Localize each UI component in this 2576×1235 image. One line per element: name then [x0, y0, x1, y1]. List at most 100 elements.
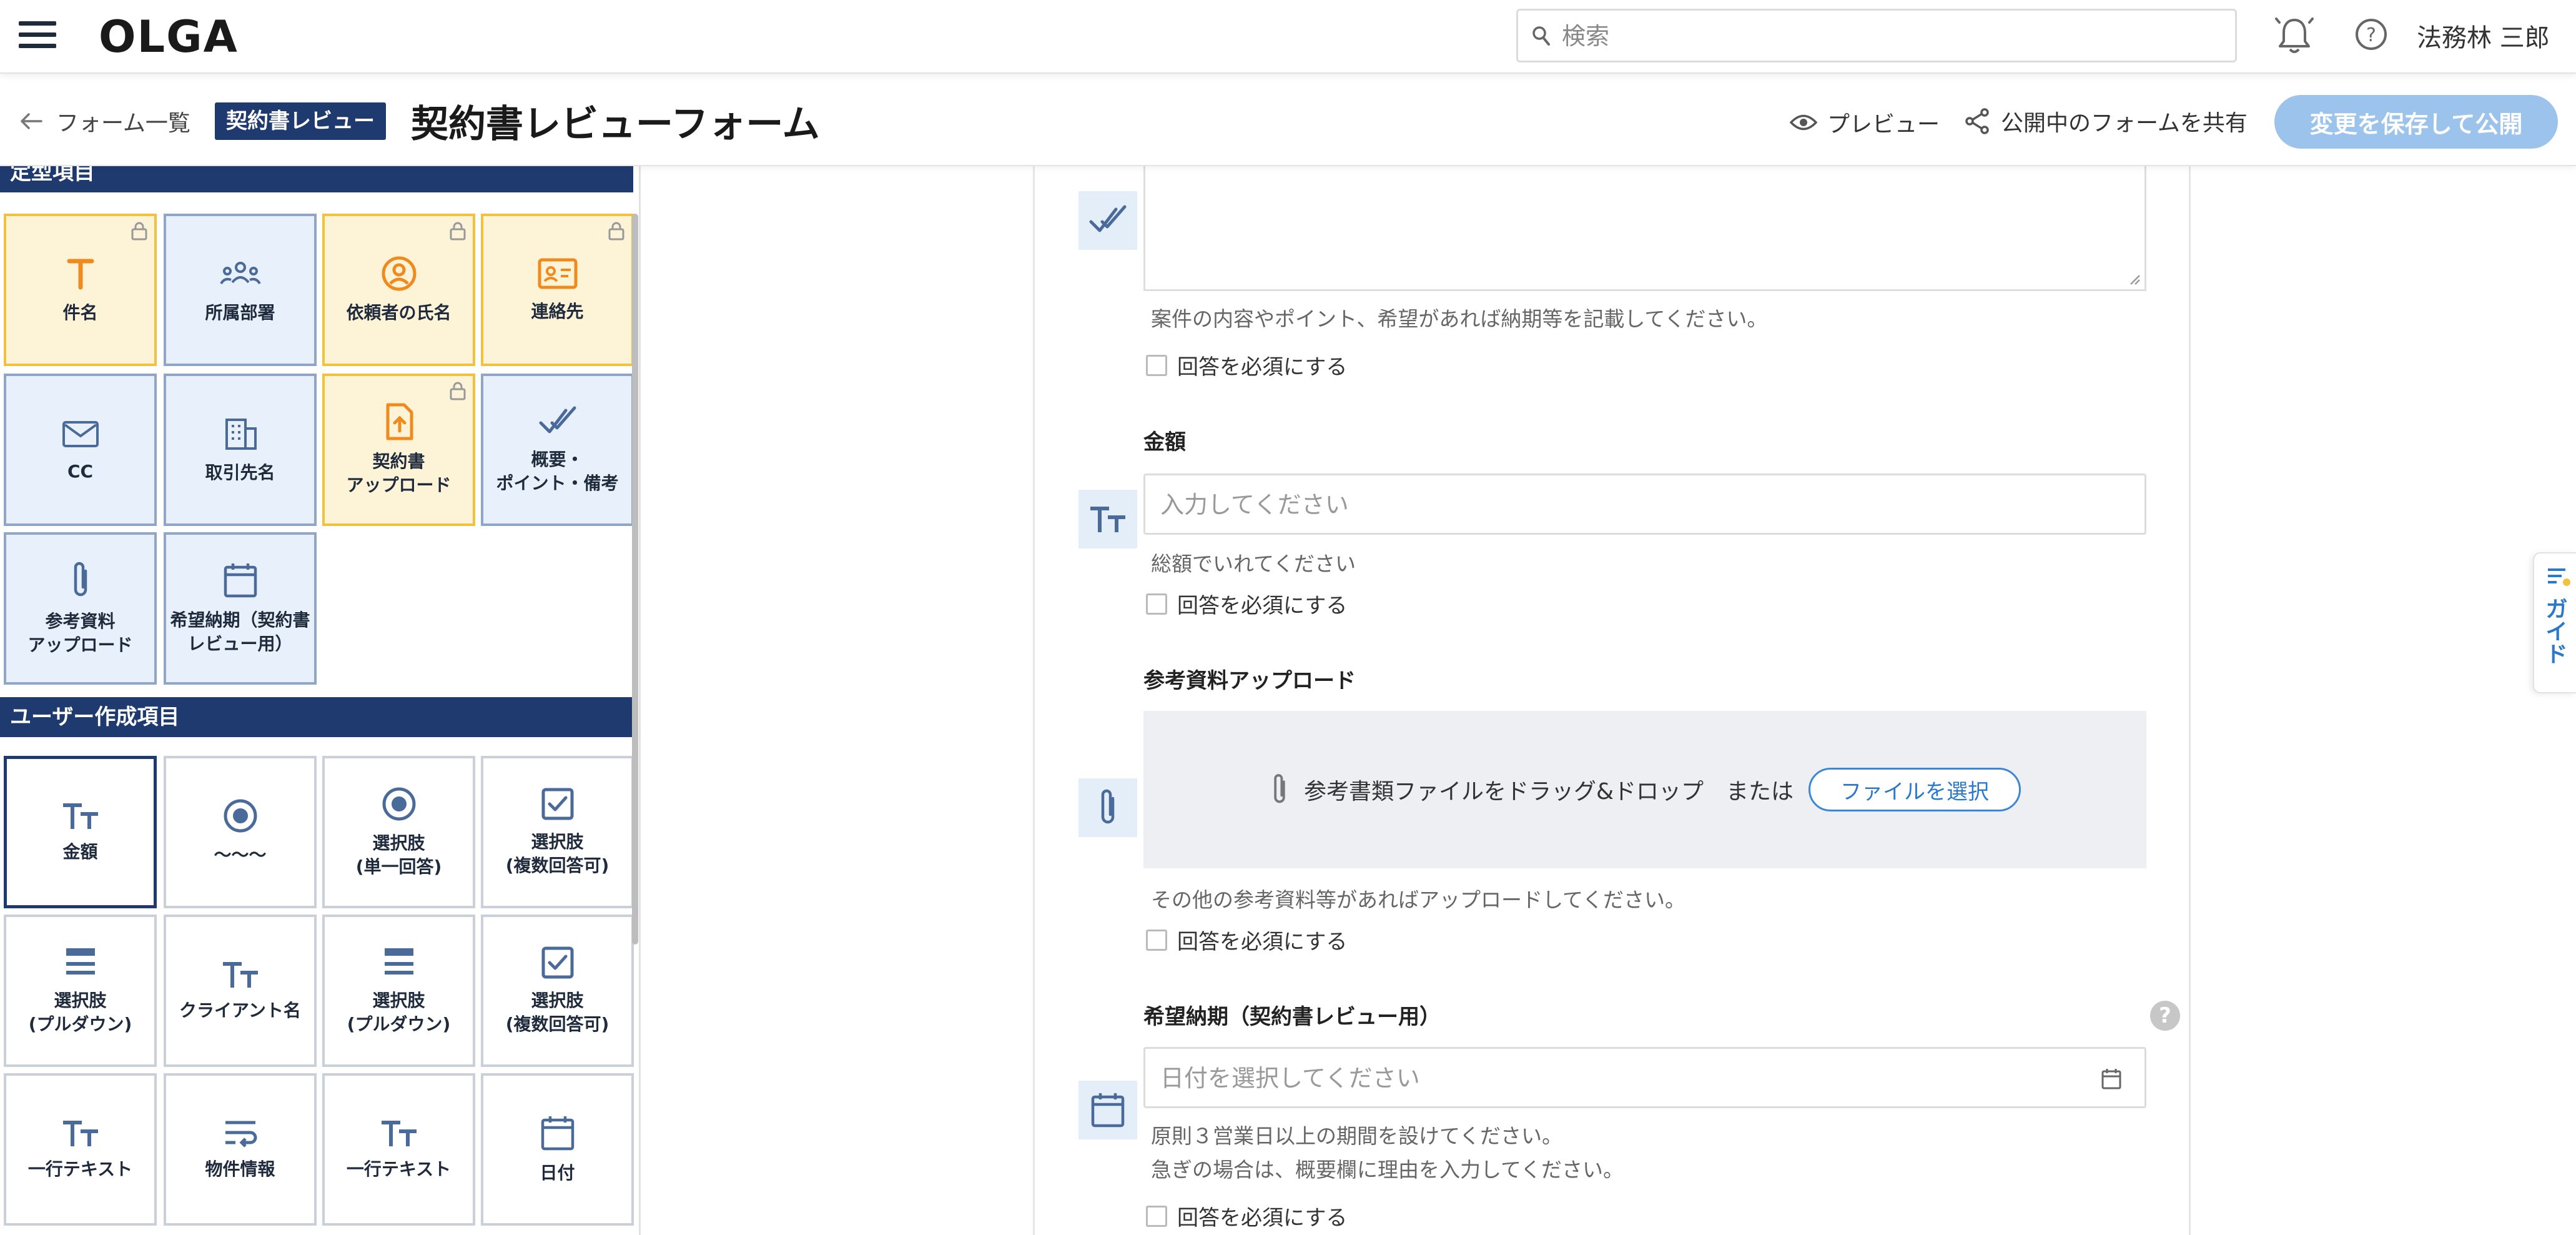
palette-item-single-choice[interactable]: 選択肢 (単一回答)	[322, 756, 475, 908]
palette-item-label: 一行テキスト	[346, 1159, 452, 1179]
palette-item-label: 選択肢 (複数回答可)	[505, 990, 609, 1034]
palette-item-subject[interactable]: 件名	[4, 214, 157, 366]
summary-help-text: 案件の内容やポイント、希望があれば納期等を記載してください。	[1151, 307, 1768, 331]
text-size-icon	[61, 1118, 101, 1149]
user-items-header: ユーザー作成項目	[0, 697, 633, 737]
required-label: 回答を必須にする	[1177, 1206, 1348, 1231]
palette-item-single-line-text-2[interactable]: 一行テキスト	[322, 1073, 475, 1226]
palette-item-requester-name[interactable]: 依頼者の氏名	[322, 214, 475, 366]
back-label: フォーム一覧	[56, 111, 190, 136]
page-title: 契約書レビューフォーム	[411, 102, 820, 146]
menu-icon[interactable]	[19, 21, 56, 51]
share-form-button[interactable]: 公開中のフォームを共有	[1965, 105, 2248, 137]
search-input[interactable]	[1562, 16, 2224, 57]
calendar-icon	[1078, 1081, 1137, 1139]
palette-item-single-line-text[interactable]: 一行テキスト	[4, 1073, 157, 1226]
palette-item-custom-radio[interactable]: 〜〜〜	[164, 756, 317, 908]
guide-label: ガイド	[2542, 597, 2567, 665]
palette-item-reference-upload[interactable]: 参考資料 アップロード	[4, 532, 157, 685]
calendar-icon	[539, 1114, 576, 1153]
amount-help-text: 総額でいれてください	[1151, 552, 1356, 576]
user-name[interactable]: 法務林 三郎	[2417, 17, 2550, 54]
form-header: フォーム一覧 契約書レビュー 契約書レビューフォーム プレビュー 公開中のフォー…	[0, 75, 2576, 166]
palette-item-multi-choice-2[interactable]: 選択肢 (複数回答可)	[481, 915, 634, 1067]
calendar-picker-icon[interactable]	[2101, 1068, 2122, 1090]
person-circle-icon	[380, 255, 418, 292]
due-date-required-checkbox[interactable]: 回答を必須にする	[1146, 1201, 1347, 1231]
due-date-input[interactable]	[1160, 1059, 2097, 1098]
help-badge-icon[interactable]: ?	[2150, 1001, 2180, 1031]
due-date-title: 希望納期（契約書レビュー用）	[1143, 1004, 1441, 1029]
top-bar: OLGA ? 法務林 三郎	[0, 0, 2576, 74]
bell-icon[interactable]	[2274, 15, 2314, 56]
resize-grip-icon[interactable]	[2127, 272, 2141, 285]
form-canvas: 案件の内容やポイント、希望があれば納期等を記載してください。 回答を必須にする …	[1033, 166, 2191, 1235]
due-date-help-line-2: 急ぎの場合は、概要欄に理由を入力してください。	[1151, 1158, 1624, 1182]
palette-item-dropdown-2[interactable]: 選択肢 (プルダウン)	[322, 915, 475, 1067]
palette-item-label: 契約書 アップロード	[346, 451, 452, 495]
search-icon	[1532, 26, 1551, 47]
preview-button[interactable]: プレビュー	[1790, 106, 1940, 139]
text-size-icon	[379, 1118, 419, 1149]
text-size-icon	[61, 800, 101, 831]
palette-item-date[interactable]: 日付	[481, 1073, 634, 1226]
palette-item-summary[interactable]: 概要・ ポイント・備考	[481, 374, 634, 526]
due-date-input-box[interactable]	[1143, 1047, 2146, 1108]
checkbox-icon	[540, 786, 575, 821]
palette-item-label: CC	[67, 461, 94, 482]
file-upload-icon	[382, 402, 417, 441]
amount-input-box[interactable]	[1143, 474, 2146, 535]
checkbox[interactable]	[1146, 929, 1167, 951]
radio-icon	[380, 785, 418, 823]
checkbox[interactable]	[1146, 354, 1167, 376]
palette-item-label: 選択肢 (複数回答可)	[505, 831, 609, 876]
checkbox[interactable]	[1146, 593, 1167, 615]
reference-help-text: その他の参考資料等があればアップロードしてください。	[1151, 888, 1686, 912]
team-icon	[219, 255, 262, 292]
amount-input[interactable]	[1160, 485, 2097, 524]
palette-item-property-info[interactable]: 物件情報	[164, 1073, 317, 1226]
palette-item-label: 一行テキスト	[27, 1159, 133, 1179]
palette-item-department[interactable]: 所属部署	[164, 214, 317, 366]
palette-item-label: 概要・ ポイント・備考	[496, 449, 619, 494]
search-box[interactable]	[1516, 9, 2237, 62]
lock-icon	[449, 381, 466, 401]
palette-item-label: 希望納期（契約書 レビュー用）	[170, 610, 310, 654]
save-and-publish-button[interactable]: 変更を保存して公開	[2274, 95, 2558, 149]
palette-item-contact[interactable]: 連絡先	[481, 214, 634, 366]
required-label: 回答を必須にする	[1177, 593, 1348, 618]
summary-required-checkbox[interactable]: 回答を必須にする	[1146, 350, 1347, 380]
lock-icon	[131, 221, 148, 241]
palette-item-label: 日付	[540, 1163, 575, 1183]
app-logo[interactable]: OLGA	[99, 11, 239, 62]
palette-item-dropdown[interactable]: 選択肢 (プルダウン)	[4, 915, 157, 1067]
guide-list-icon	[2547, 566, 2572, 588]
palette-scrollbar[interactable]	[632, 214, 638, 945]
lock-icon	[449, 221, 466, 241]
summary-textarea[interactable]	[1143, 166, 2146, 291]
building-icon	[222, 415, 259, 452]
back-to-form-list[interactable]: フォーム一覧	[19, 105, 190, 137]
checkbox[interactable]	[1146, 1205, 1167, 1227]
palette-item-label: 選択肢 (単一回答)	[355, 833, 442, 877]
standard-items-header: 定型項目	[0, 166, 633, 192]
palette-item-client-name-text[interactable]: クライアント名	[164, 915, 317, 1067]
palette-item-cc[interactable]: CC	[4, 374, 157, 526]
palette-item-multi-choice[interactable]: 選択肢 (複数回答可)	[481, 756, 634, 908]
due-date-help-line-1: 原則３営業日以上の期間を設けてください。	[1151, 1124, 1563, 1148]
choose-file-button[interactable]: ファイルを選択	[1809, 768, 2021, 811]
palette-item-label: 金額	[62, 841, 98, 862]
preview-label: プレビュー	[1827, 112, 1940, 137]
guide-tab[interactable]: ガイド	[2533, 552, 2576, 693]
text-t-icon	[62, 255, 99, 292]
text-size-icon	[1078, 490, 1137, 548]
dropdown-list-icon	[382, 945, 417, 980]
palette-item-client-name[interactable]: 取引先名	[164, 374, 317, 526]
palette-item-contract-upload[interactable]: 契約書 アップロード	[322, 374, 475, 526]
reference-required-checkbox[interactable]: 回答を必須にする	[1146, 925, 1347, 955]
amount-required-checkbox[interactable]: 回答を必須にする	[1146, 588, 1347, 619]
file-dropzone[interactable]: 参考書類ファイルをドラッグ&ドロップ または ファイルを選択	[1143, 711, 2146, 868]
palette-item-due-date[interactable]: 希望納期（契約書 レビュー用）	[164, 532, 317, 685]
palette-item-amount[interactable]: 金額	[4, 756, 157, 908]
help-icon[interactable]: ?	[2354, 17, 2388, 51]
